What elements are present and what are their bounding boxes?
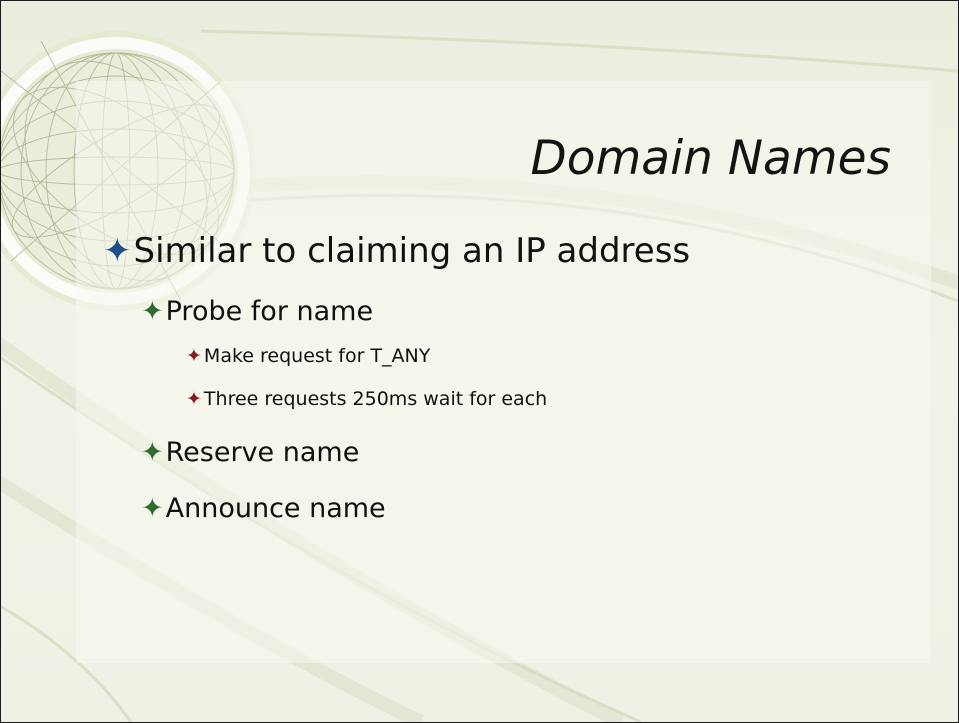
star-bullet-icon: ✦ xyxy=(186,345,202,367)
bullet-list: ✦Similar to claiming an IP address ✦Prob… xyxy=(1,1,958,722)
star-bullet-icon: ✦ xyxy=(103,231,132,271)
star-bullet-icon: ✦ xyxy=(141,437,164,468)
bullet-level2: ✦Announce name xyxy=(141,491,386,527)
star-bullet-icon: ✦ xyxy=(141,296,164,327)
star-bullet-icon: ✦ xyxy=(141,493,164,524)
bullet-level2: ✦Probe for name xyxy=(141,294,373,330)
slide: Domain Names ✦Similar to claiming an IP … xyxy=(0,0,959,723)
bullet-level3: ✦ Three requests 250ms wait for each xyxy=(186,385,547,413)
bullet-level2: ✦Reserve name xyxy=(141,435,359,471)
star-bullet-icon: ✦ xyxy=(186,388,202,410)
bullet-level3: ✦ Make request for T_ANY xyxy=(186,342,430,370)
bullet-level1: ✦Similar to claiming an IP address xyxy=(103,231,691,271)
